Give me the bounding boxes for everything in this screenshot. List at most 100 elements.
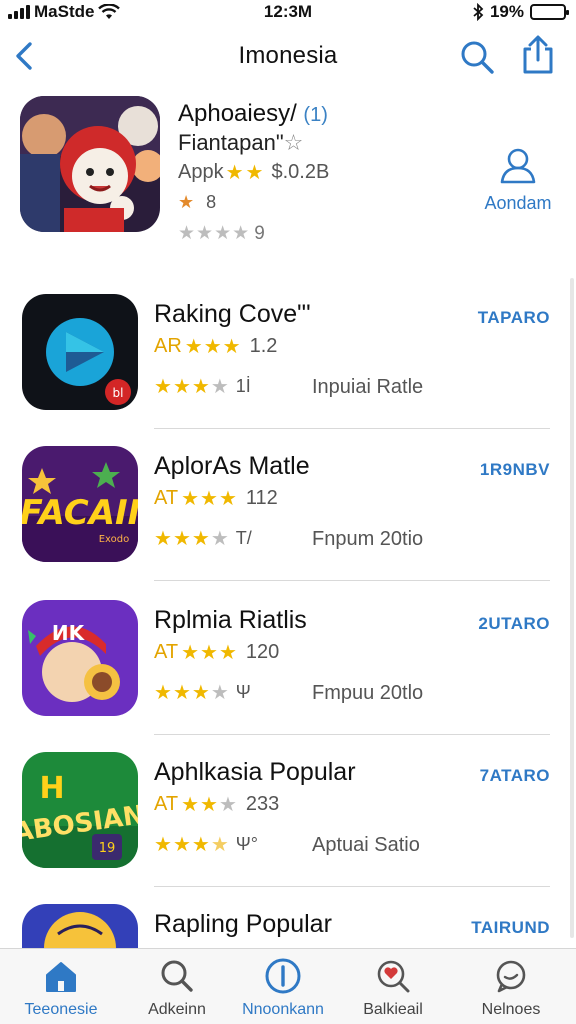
list-item[interactable]: ИK Rplmia Riatlis AT ★ ★ ★ 120 ★ ★ ★ ★ Ψ Fmpuu 2…	[0, 600, 576, 752]
tab-home[interactable]: Teeonesie	[6, 957, 116, 1019]
svg-text:ИK: ИK	[52, 621, 86, 645]
star-icon: ★	[178, 223, 196, 244]
star-icon: ★	[172, 682, 191, 704]
star-icon: ★	[181, 794, 200, 816]
star-icon: ★	[196, 223, 214, 244]
app-name: Rplmia Riatlis	[154, 606, 307, 634]
list-item[interactable]: bl Raking Cove"' AR ★ ★ ★ 1.2 ★ ★ ★ ★ 1İ Inpuiai…	[0, 294, 576, 446]
info-circle-icon	[265, 958, 301, 994]
star-icon: ★	[200, 488, 218, 510]
star-icon: ★	[184, 336, 203, 358]
list-item[interactable]: H ABOSIAN 19 Aphlkasia Popular AT ★ ★ ★ 233 ★ ★…	[0, 752, 576, 904]
svg-text:bl: bl	[113, 386, 124, 400]
tab-favorites[interactable]: Balkieail	[338, 957, 448, 1019]
tab-search[interactable]: Adkeinn	[122, 957, 232, 1019]
app-name: Raking Cove"'	[154, 300, 311, 328]
featured-rating: ★ ★ ★ ★ 9	[178, 222, 265, 245]
tab-messages[interactable]: Nelnoes	[456, 957, 566, 1019]
app-icon[interactable]: bl	[22, 294, 138, 410]
star-icon: ★	[200, 794, 218, 816]
battery-icon	[530, 4, 569, 20]
app-name: Rapling Popular	[154, 910, 332, 938]
featured-price: $.0.2B	[271, 161, 330, 183]
tab-bar: Teeonesie Adkeinn Nnoonkann Balkieail Ne…	[0, 948, 576, 1024]
app-icon[interactable]: ИK	[22, 600, 138, 716]
star-icon: ★	[154, 528, 172, 550]
battery-percent: 19%	[489, 2, 524, 21]
divider	[154, 580, 550, 581]
get-button[interactable]: 2UTARO	[478, 614, 550, 634]
divider	[154, 734, 550, 735]
star-icon: ★	[218, 488, 237, 510]
status-right: 19%	[472, 2, 569, 22]
get-button[interactable]: TAPARO	[478, 308, 550, 328]
star-icon: ★	[172, 834, 191, 856]
list-item[interactable]: FACAII Exodo AplorAs Matle AT ★ ★ ★ 112 ★ ★ ★ ★ T…	[0, 446, 576, 598]
star-icon: ★	[154, 834, 172, 856]
app-name: AplorAs Matle	[154, 452, 310, 480]
app-icon[interactable]	[22, 904, 138, 948]
home-icon	[46, 962, 76, 992]
star-icon: ★	[218, 794, 237, 816]
status-bar: MaStde 12:3M 19%	[0, 0, 576, 24]
add-button[interactable]: Aondam	[478, 146, 558, 214]
app-rating: AR ★ ★ ★ 1.2	[154, 335, 278, 358]
tab-info[interactable]: Nnoonkann	[228, 957, 338, 1019]
app-stars: ★ ★ ★ ★ Ψ°	[154, 834, 258, 856]
app-category: Inpuiai Ratle	[312, 376, 424, 398]
star-icon: ★	[191, 528, 210, 550]
star-icon: ★	[210, 528, 229, 550]
featured-app-icon[interactable]	[20, 96, 160, 232]
bluetooth-icon	[473, 3, 484, 21]
featured-badge: (1)	[303, 104, 328, 126]
app-category: Aptuai Satio	[312, 834, 420, 856]
star-icon: ★	[172, 528, 191, 550]
star-icon: ★	[218, 642, 237, 664]
star-icon: ★	[210, 376, 229, 398]
search-icon[interactable]	[458, 38, 496, 76]
person-icon	[500, 148, 536, 184]
star-icon: ★	[178, 192, 195, 212]
app-icon[interactable]: FACAII Exodo	[22, 446, 138, 562]
svg-text:Exodo: Exodo	[99, 534, 130, 545]
app-rating: AT ★ ★ ★ 112	[154, 487, 278, 510]
star-icon: ★	[172, 376, 191, 398]
featured-app[interactable]: Aphoaiesy/ (1) Fiantapan"☆ Appk ★ ★ $.0.2…	[0, 96, 576, 256]
nav-header: Imonesia	[0, 30, 576, 84]
star-icon: ★	[214, 223, 232, 244]
share-icon[interactable]	[518, 34, 558, 76]
star-outline-icon: ☆	[283, 130, 304, 155]
featured-subtitle: Fiantapan"☆	[178, 130, 304, 155]
app-category: Fmpuu 20tlo	[312, 682, 424, 704]
featured-meta: Appk ★ ★ $.0.2B	[178, 161, 330, 184]
star-icon: ★	[154, 682, 172, 704]
star-icon: ★	[154, 376, 172, 398]
get-button[interactable]: 7ATARO	[480, 766, 550, 786]
featured-meta2: ★ 8	[178, 192, 216, 213]
app-rating: AT ★ ★ ★ 120	[154, 641, 280, 664]
star-icon: ★	[191, 376, 210, 398]
star-icon: ★	[181, 642, 200, 664]
heart-search-icon	[377, 960, 410, 993]
star-icon: ★	[225, 162, 244, 184]
chat-icon	[496, 960, 526, 993]
star-icon: ★	[232, 223, 250, 244]
divider	[154, 886, 550, 887]
app-icon[interactable]: H ABOSIAN 19	[22, 752, 138, 868]
star-icon: ★	[245, 162, 264, 184]
app-stars: ★ ★ ★ ★ T/	[154, 528, 252, 550]
star-icon: ★	[222, 336, 241, 358]
featured-rating-count: 9	[254, 222, 265, 244]
app-stars: ★ ★ ★ ★ Ψ	[154, 682, 251, 704]
star-icon: ★	[191, 682, 210, 704]
divider	[154, 428, 550, 429]
star-icon: ★	[203, 336, 222, 358]
app-stars: ★ ★ ★ ★ 1İ	[154, 376, 251, 398]
app-rating: AT ★ ★ ★ 233	[154, 793, 280, 816]
app-name: Aphlkasia Popular	[154, 758, 356, 786]
get-button[interactable]: TAIRUND	[471, 918, 550, 938]
featured-app-name: Aphoaiesy/ (1)	[178, 100, 328, 127]
add-label: Aondam	[484, 193, 552, 213]
get-button[interactable]: 1R9NBV	[480, 460, 550, 480]
star-icon: ★	[181, 488, 200, 510]
